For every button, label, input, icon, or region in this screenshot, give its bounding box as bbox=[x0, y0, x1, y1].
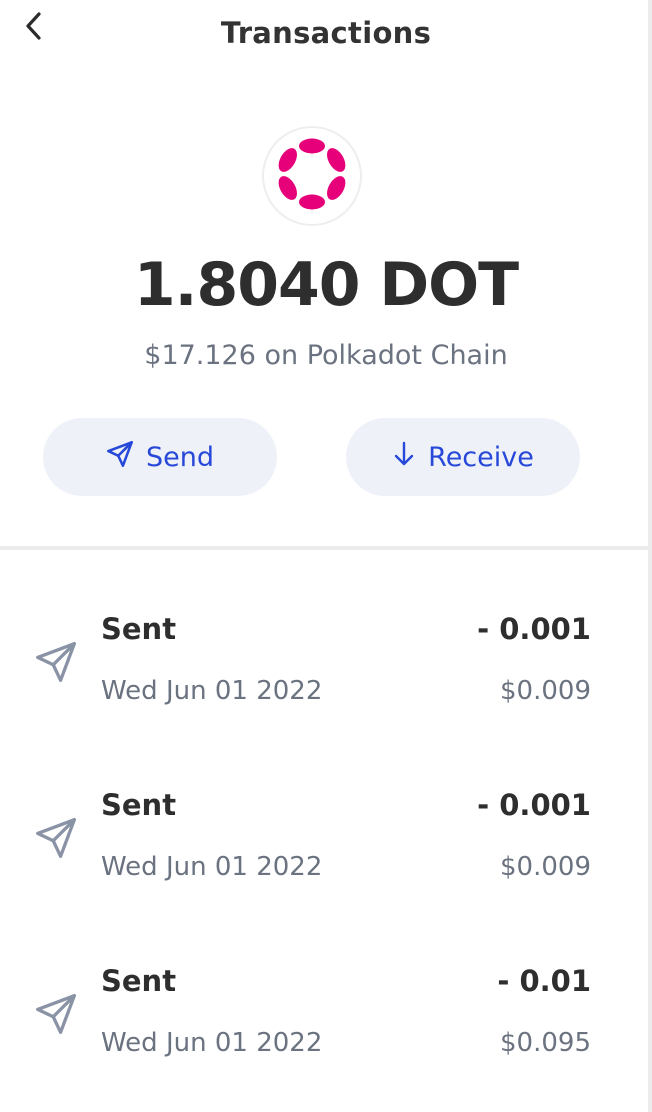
transaction-type: Sent bbox=[101, 612, 177, 646]
header: Transactions bbox=[0, 0, 652, 70]
transactions-screen: Transactions 1.8040 DOT $17.126 on Polka… bbox=[0, 0, 652, 1112]
window-edge bbox=[648, 0, 652, 1112]
receive-label: Receive bbox=[428, 441, 534, 473]
transaction-amount: - 0.001 bbox=[477, 612, 591, 646]
polkadot-logo-icon bbox=[274, 136, 350, 216]
token-logo bbox=[264, 128, 360, 224]
transaction-date: Wed Jun 01 2022 bbox=[101, 852, 323, 882]
fiat-balance: $17.126 on Polkadot Chain bbox=[144, 340, 508, 371]
transaction-fiat-value: $0.009 bbox=[500, 852, 591, 882]
paper-plane-icon bbox=[106, 440, 134, 475]
transaction-amount: - 0.001 bbox=[477, 788, 591, 822]
transaction-type: Sent bbox=[101, 788, 177, 822]
transaction-type: Sent bbox=[101, 964, 177, 998]
transaction-date: Wed Jun 01 2022 bbox=[101, 1028, 323, 1058]
arrow-down-icon bbox=[392, 441, 416, 474]
transaction-date: Wed Jun 01 2022 bbox=[101, 676, 323, 706]
transaction-fiat-value: $0.095 bbox=[500, 1028, 591, 1058]
transaction-row[interactable]: Sent Wed Jun 01 2022 - 0.01 $0.095 bbox=[0, 902, 648, 1078]
send-button[interactable]: Send bbox=[43, 418, 277, 496]
paper-plane-icon bbox=[32, 638, 80, 686]
paper-plane-icon bbox=[32, 814, 80, 862]
token-balance: 1.8040 DOT bbox=[133, 250, 519, 320]
transaction-row[interactable]: Sent Wed Jun 01 2022 - 0.001 $0.009 bbox=[0, 726, 648, 902]
transaction-amount: - 0.01 bbox=[497, 964, 591, 998]
send-label: Send bbox=[145, 441, 214, 473]
transaction-list: Sent Wed Jun 01 2022 - 0.001 $0.009 Sent… bbox=[0, 550, 648, 1078]
paper-plane-icon bbox=[32, 990, 80, 1038]
page-title: Transactions bbox=[220, 16, 432, 50]
transaction-fiat-value: $0.009 bbox=[500, 676, 591, 706]
receive-button[interactable]: Receive bbox=[346, 418, 580, 496]
transaction-row[interactable]: Sent Wed Jun 01 2022 - 0.001 $0.009 bbox=[0, 550, 648, 726]
